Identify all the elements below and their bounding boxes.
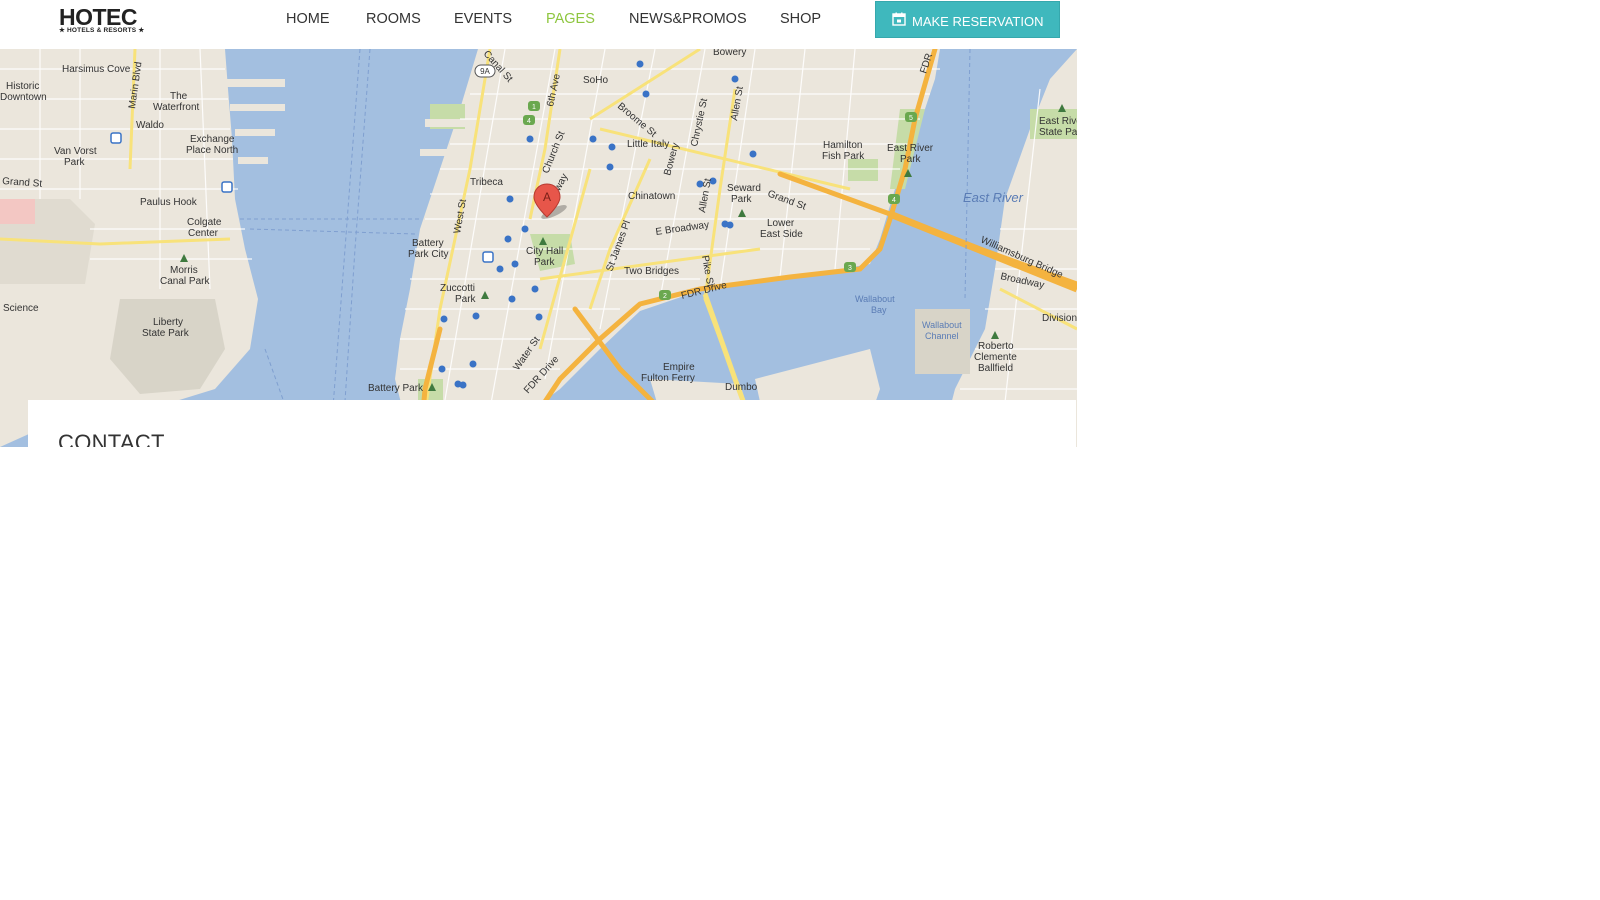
nav-item-home[interactable]: HOME — [286, 11, 330, 27]
map-label-zuccotti-1: Zuccotti — [440, 283, 475, 294]
map-label-east-river-park-2: Park — [900, 154, 922, 165]
map-label-morris-2: Canal Park — [160, 276, 210, 287]
map-label-little-italy: Little Italy — [627, 139, 669, 150]
map-label-paulus-hook: Paulus Hook — [140, 197, 198, 208]
map-label-historic-2: Downtown — [0, 92, 47, 103]
map-label-east-river-sp-1: East Rive — [1039, 116, 1077, 127]
map-label-roberto-2: Clemente — [974, 352, 1017, 363]
map-label-division: Division — [1042, 313, 1077, 324]
map-label-roberto-1: Roberto — [978, 341, 1014, 352]
site-header: HOTEC ★ HOTELS & RESORTS ★ HOME ROOMS EV… — [0, 0, 1077, 49]
map-label-two-bridges: Two Bridges — [624, 266, 679, 277]
map-label-historic-1: Historic — [6, 81, 39, 92]
contact-section: CONTACT — [28, 400, 1076, 447]
map-label-lower-east-2: East Side — [760, 229, 803, 240]
shield-4-east: 4 — [892, 197, 896, 204]
map-label-wallabout-ch-2: Channel — [925, 331, 959, 341]
map-label-vanvorst-1: Van Vorst — [54, 146, 97, 157]
map-label-bowery-top: Bowery — [713, 49, 746, 58]
shield-9a: 9A — [480, 67, 490, 76]
map-label-exchange-1: Exchange — [190, 134, 235, 145]
map-label-lower-east-1: Lower — [767, 218, 795, 229]
map-label-colgate-2: Center — [188, 228, 219, 239]
map-label-wallabout-bay-2: Bay — [871, 305, 887, 315]
location-map[interactable]: 9A 1 4 2 3 4 5 Harsimus Cove Historic Do… — [0, 49, 1077, 447]
map-label-roberto-3: Ballfield — [978, 363, 1013, 374]
map-label-colgate-1: Colgate — [187, 217, 222, 228]
nav-item-rooms[interactable]: ROOMS — [366, 11, 421, 27]
map-label-seward-2: Park — [731, 194, 753, 205]
map-label-waterfront-1: The — [170, 91, 188, 102]
map-label-cityhall-1: City Hall — [526, 246, 563, 257]
map-label-morris-1: Morris — [170, 265, 198, 276]
map-label-hamilton-1: Hamilton — [823, 140, 862, 151]
map-label-exchange-2: Place North — [186, 145, 238, 156]
map-label-east-river-park-1: East River — [887, 143, 934, 154]
map-label-cityhall-2: Park — [534, 257, 556, 268]
map-label-battery-1: Battery — [412, 238, 444, 249]
map-label-empire-1: Empire — [663, 362, 695, 373]
make-reservation-button[interactable]: MAKE RESERVATION — [875, 1, 1060, 38]
map-label-wallabout-bay-1: Wallabout — [855, 294, 895, 304]
make-reservation-label: MAKE RESERVATION — [912, 14, 1044, 29]
map-label-chinatown: Chinatown — [628, 191, 675, 202]
shield-3: 3 — [848, 265, 852, 272]
nav-item-news-promos[interactable]: NEWS&PROMOS — [629, 11, 747, 27]
map-label-science: Science — [3, 303, 39, 314]
map-canvas[interactable]: 9A 1 4 2 3 4 5 Harsimus Cove Historic Do… — [0, 49, 1077, 447]
logo[interactable]: HOTEC ★ HOTELS & RESORTS ★ — [59, 4, 144, 36]
nav-item-events[interactable]: EVENTS — [454, 11, 512, 27]
calendar-icon — [892, 12, 906, 26]
map-label-vanvorst-2: Park — [64, 157, 86, 168]
marker-letter: A — [543, 190, 551, 204]
nav-item-pages[interactable]: PAGES — [546, 11, 595, 27]
shield-5: 5 — [909, 115, 913, 122]
map-label-seward-1: Seward — [727, 183, 761, 194]
logo-tagline: ★ HOTELS & RESORTS ★ — [59, 27, 145, 34]
map-label-waldo: Waldo — [136, 120, 164, 131]
contact-title: CONTACT — [58, 430, 165, 447]
shield-2: 2 — [663, 293, 667, 300]
map-label-liberty-1: Liberty — [153, 317, 183, 328]
shield-4-west: 4 — [527, 118, 531, 125]
map-label-waterfront-2: Waterfront — [153, 102, 200, 113]
map-label-tribeca: Tribeca — [470, 177, 503, 188]
map-label-soho: SoHo — [583, 75, 608, 86]
map-label-east-river-sp-2: State Pa — [1039, 127, 1077, 138]
map-label-hamilton-2: Fish Park — [822, 151, 865, 162]
site-frame: HOTEC ★ HOTELS & RESORTS ★ HOME ROOMS EV… — [0, 0, 1077, 447]
map-label-empire-2: Fulton Ferry — [641, 373, 695, 384]
map-label-zuccotti-2: Park — [455, 294, 477, 305]
map-label-battery-2: Park City — [408, 249, 449, 260]
map-label-dumbo: Dumbo — [725, 382, 758, 393]
map-label-liberty-2: State Park — [142, 328, 190, 339]
map-label-east-river: East River — [963, 190, 1024, 205]
shield-1: 1 — [532, 104, 536, 111]
map-label-harsimus: Harsimus Cove — [62, 64, 131, 75]
nav-item-shop[interactable]: SHOP — [780, 11, 821, 27]
map-label-battery-park: Battery Park — [368, 383, 424, 394]
map-label-wallabout-ch-1: Wallabout — [922, 320, 962, 330]
